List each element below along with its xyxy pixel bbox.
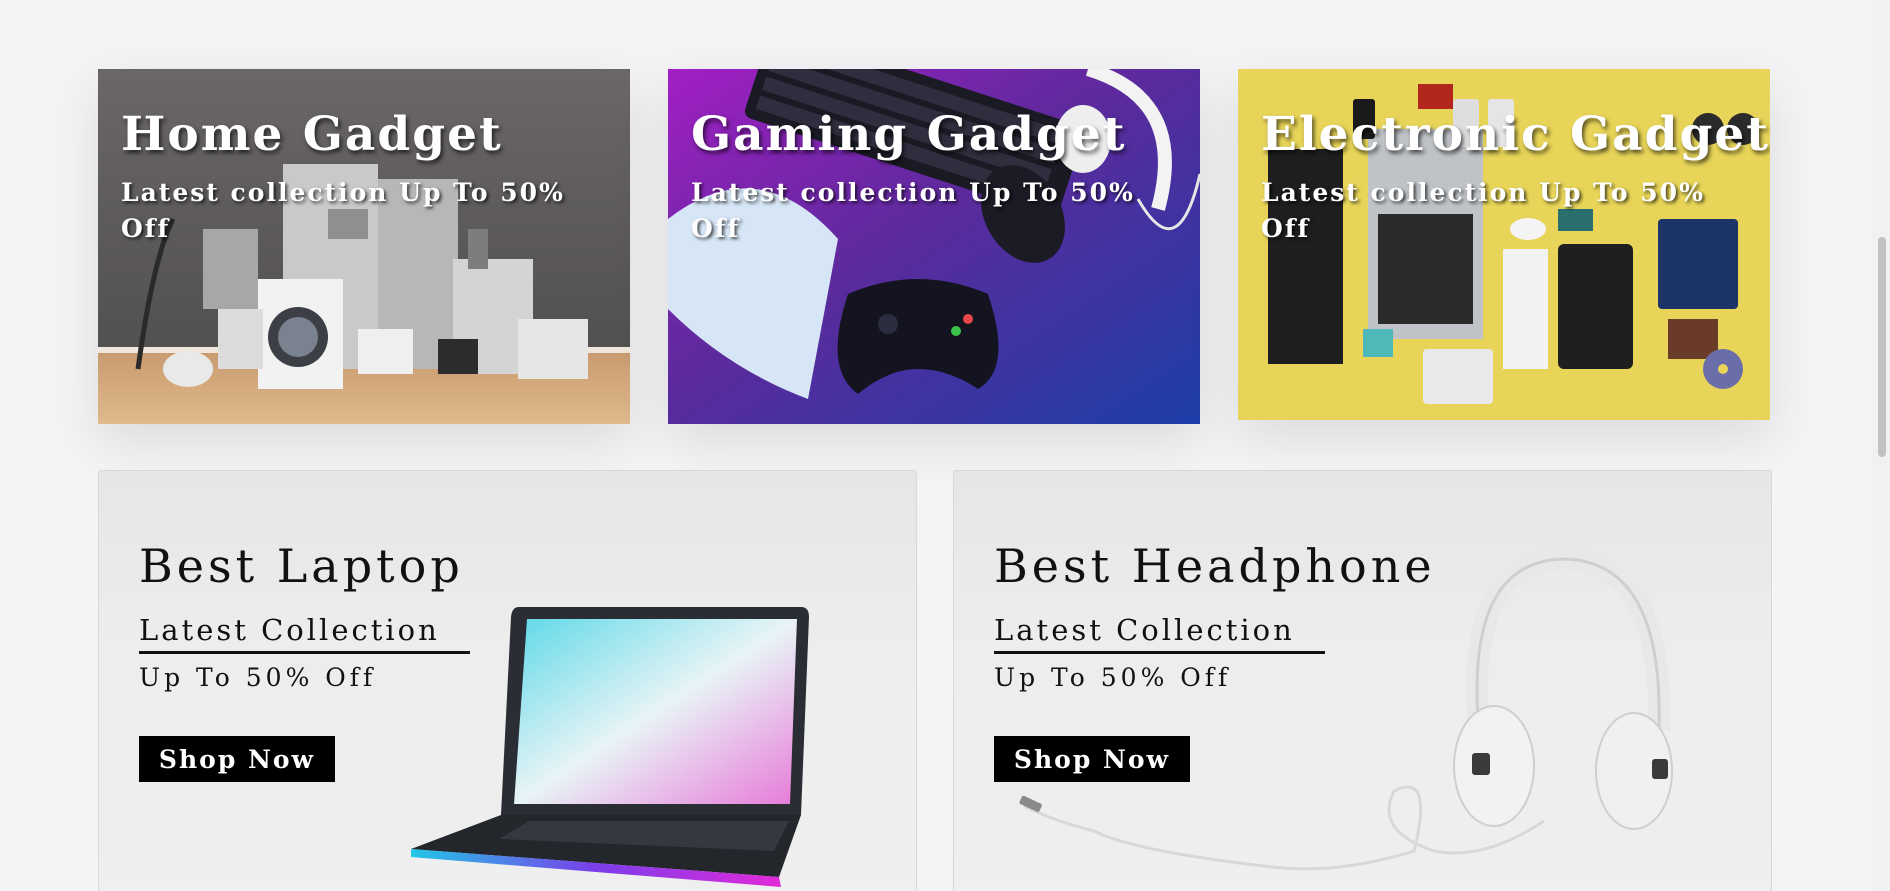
shop-now-button[interactable]: Shop Now xyxy=(139,736,335,782)
category-card-gaming-gadget[interactable]: Gaming Gadget Latest collection Up To 50… xyxy=(668,69,1200,424)
category-title: Home Gadget xyxy=(121,107,503,162)
headphones-image xyxy=(1019,547,1673,871)
category-title: Electronic Gadget xyxy=(1261,107,1770,162)
category-card-electronic-gadget[interactable]: Electronic Gadget Latest collection Up T… xyxy=(1238,69,1770,420)
category-title: Gaming Gadget xyxy=(691,107,1127,162)
page-scrollbar[interactable] xyxy=(1872,0,1890,891)
scrollbar-thumb[interactable] xyxy=(1878,237,1886,457)
category-card-home-gadget[interactable]: Home Gadget Latest collection Up To 50% … xyxy=(98,69,630,424)
promo-panel-headphone: Best Headphone Latest Collection Up To 5… xyxy=(953,470,1772,891)
page: Home Gadget Latest collection Up To 50% … xyxy=(0,0,1890,891)
promo-offer-text: Up To 50% Off xyxy=(139,663,377,692)
category-subtitle: Latest collection Up To 50% Off xyxy=(691,178,1135,243)
laptop-image xyxy=(411,607,809,887)
promo-title: Best Laptop xyxy=(139,539,464,593)
promo-panel-laptop: Best Laptop Latest Collection Up To 50% … xyxy=(98,470,917,891)
category-subtitle: Latest collection Up To 50% Off xyxy=(1261,178,1705,243)
category-subtitle: Latest collection Up To 50% Off xyxy=(121,178,565,243)
